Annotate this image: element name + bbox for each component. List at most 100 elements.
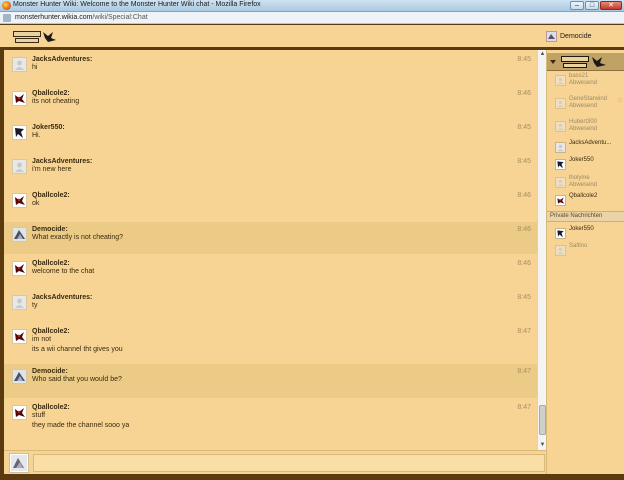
- rathalos-avatar[interactable]: [12, 91, 27, 106]
- sidebar-user-name: bass21: [569, 73, 589, 79]
- message-text: ty: [32, 302, 38, 309]
- message-text: stuff: [32, 412, 46, 419]
- message-username[interactable]: JacksAdventures:: [32, 294, 92, 301]
- room-logo: [561, 56, 606, 68]
- message-text: its a wii channel tht gives you: [32, 346, 123, 353]
- democide-avatar: [546, 31, 557, 42]
- close-button[interactable]: ✕: [600, 1, 622, 10]
- message-username[interactable]: Qballcole2:: [32, 260, 70, 267]
- message-username[interactable]: Democide:: [32, 226, 68, 233]
- message-timestamp: 8:45: [517, 294, 531, 301]
- rathalos-avatar[interactable]: [12, 405, 27, 420]
- message-timestamp: 8:45: [517, 56, 531, 63]
- hunter-avatar: [555, 75, 566, 86]
- message-timestamp: 8:47: [517, 368, 531, 375]
- message-text: Who said that you would be?: [32, 376, 122, 383]
- message-username[interactable]: JacksAdventures:: [32, 56, 92, 63]
- self-avatar: [9, 453, 29, 473]
- message-input-bar: [4, 450, 546, 474]
- message-text: What exactly is not cheating?: [32, 234, 124, 241]
- current-user[interactable]: Democide: [546, 31, 592, 42]
- window-titlebar: Monster Hunter Wiki: Welcome to the Mons…: [0, 0, 624, 12]
- message-input[interactable]: [33, 454, 545, 472]
- message-username[interactable]: JacksAdventures:: [32, 158, 92, 165]
- minimize-button[interactable]: –: [570, 1, 584, 10]
- rathalos-avatar[interactable]: [12, 329, 27, 344]
- sidebar-user[interactable]: Joker550: [555, 157, 624, 173]
- sidebar-user-status: Abwesend: [569, 126, 598, 132]
- default-avatar[interactable]: [12, 159, 27, 174]
- message-text: welcome to the chat: [32, 268, 95, 275]
- address-bar[interactable]: monsterhunter.wikia.com/wiki/Special:Cha…: [0, 12, 624, 24]
- joker-avatar: [555, 228, 566, 239]
- default-avatar[interactable]: [12, 57, 27, 72]
- site-identity-icon[interactable]: [3, 14, 11, 22]
- chat-message: Democide: Who said that you would be? 8:47: [4, 364, 537, 398]
- url-path: /wiki/Special:Chat: [92, 14, 148, 21]
- message-username[interactable]: Qballcole2:: [32, 90, 70, 97]
- firefox-icon: [2, 1, 11, 10]
- message-username[interactable]: Qballcole2:: [32, 192, 70, 199]
- chat-message: Qballcole2: stuff they made the channel so…: [4, 400, 537, 438]
- message-text: i'm new here: [32, 166, 72, 173]
- sidebar-user[interactable]: JacksAdventu...: [555, 140, 624, 156]
- message-text: im not: [32, 336, 52, 343]
- star-icon: ☆: [616, 97, 623, 104]
- rathalos-avatar[interactable]: [12, 193, 27, 208]
- sidebar-user[interactable]: bass21 Abwesend: [555, 73, 624, 89]
- message-timestamp: 8:46: [517, 90, 531, 97]
- chat-message: Qballcole2: its not cheating 8:46: [4, 86, 537, 118]
- democide-avatar[interactable]: [12, 369, 27, 384]
- chat-header: Democide: [0, 25, 624, 49]
- sidebar-user[interactable]: Qballcole2: [555, 193, 624, 209]
- message-text: they made the channel sooo ya: [32, 422, 130, 429]
- sidebar-user-status: Abwesend: [569, 80, 598, 86]
- chat-message: Qballcole2: ok 8:46: [4, 188, 537, 220]
- chat-message: JacksAdventures: i'm new here 8:45: [4, 154, 537, 186]
- window-controls: – □ ✕: [570, 1, 622, 10]
- default-avatar: [555, 142, 566, 153]
- collapse-triangle-icon[interactable]: [550, 60, 556, 64]
- maximize-button[interactable]: □: [585, 1, 599, 10]
- sidebar-user-status: Abwesend: [569, 103, 598, 109]
- message-username[interactable]: Qballcole2:: [32, 328, 70, 335]
- chat-message: Joker550: Hi. 8:45: [4, 120, 537, 152]
- message-timestamp: 8:46: [517, 226, 531, 233]
- default-avatar: [555, 98, 566, 109]
- monster-hunter-wiki-logo[interactable]: [12, 30, 58, 44]
- sidebar-user[interactable]: Joker550: [555, 226, 624, 242]
- joker-avatar: [555, 159, 566, 170]
- message-timestamp: 8:46: [517, 192, 531, 199]
- user-list-sidebar: Private Nachrichten bass21 Abwesend GeneSt…: [546, 50, 624, 474]
- sidebar-user[interactable]: Hubert300 Abwesend: [555, 119, 624, 135]
- message-username[interactable]: Qballcole2:: [32, 404, 70, 411]
- current-user-name: Democide: [560, 33, 592, 40]
- sidebar-user[interactable]: GeneStarwind Abwesend ☆: [555, 96, 624, 112]
- sidebar-user[interactable]: Saltino: [555, 243, 624, 259]
- message-username[interactable]: Joker550:: [32, 124, 65, 131]
- scroll-up-icon[interactable]: ▲: [539, 51, 546, 58]
- message-timestamp: 8:46: [517, 260, 531, 267]
- chat-message: Qballcole2: im not its a wii channel tht g…: [4, 324, 537, 362]
- sidebar-user[interactable]: lholyme Abwesend: [555, 175, 624, 191]
- rathalos-avatar[interactable]: [12, 261, 27, 276]
- joker-avatar[interactable]: [12, 125, 27, 140]
- chat-message: JacksAdventures: hi 8:45: [4, 52, 537, 84]
- sidebar-user-status: Abwesend: [569, 182, 598, 188]
- chat-message: JacksAdventures: ty 8:45: [4, 290, 537, 322]
- room-header[interactable]: [547, 53, 624, 71]
- monster-avatar: [555, 121, 566, 132]
- chat-messages[interactable]: JacksAdventures: hi 8:45 Qballcole2: its not…: [4, 50, 537, 450]
- url-text[interactable]: monsterhunter.wikia.com/wiki/Special:Cha…: [15, 14, 148, 21]
- chat-scrollbar[interactable]: ▲ ▼: [537, 50, 546, 450]
- default-avatar: [555, 245, 566, 256]
- message-username[interactable]: Democide:: [32, 368, 68, 375]
- chat-message: Qballcole2: welcome to the chat 8:46: [4, 256, 537, 288]
- sidebar-user-name: Hubert300: [569, 119, 598, 125]
- democide-avatar[interactable]: [12, 227, 27, 242]
- message-timestamp: 8:45: [517, 124, 531, 131]
- scroll-down-icon[interactable]: ▼: [539, 442, 546, 449]
- message-timestamp: 8:47: [517, 404, 531, 411]
- default-avatar[interactable]: [12, 295, 27, 310]
- scroll-thumb[interactable]: [539, 405, 546, 435]
